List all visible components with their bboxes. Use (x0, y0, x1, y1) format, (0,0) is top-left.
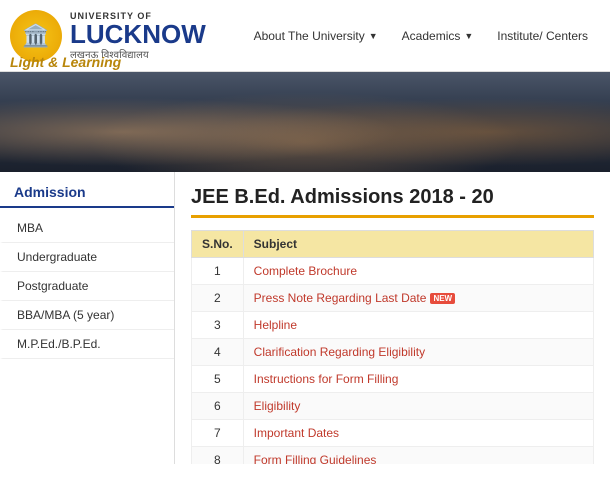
tagline: Light & Learning (10, 54, 121, 70)
page-title: JEE B.Ed. Admissions 2018 - 20 (191, 186, 594, 218)
table-row: 1 Complete Brochure (192, 258, 594, 285)
table-row: 5 Instructions for Form Filling (192, 366, 594, 393)
subject-link[interactable]: Important Dates (254, 426, 339, 440)
admissions-table: S.No. Subject 1Complete Brochure2Press N… (191, 230, 594, 464)
row-subject[interactable]: Complete Brochure (243, 258, 593, 285)
sidebar-item-bbamba[interactable]: BBA/MBA (5 year) (0, 301, 174, 330)
table-row: 2Press Note Regarding Last DateNEW (192, 285, 594, 312)
subject-link[interactable]: Form Filling Guidelines (254, 453, 377, 464)
row-sno: 7 (192, 420, 244, 447)
content-panel: JEE B.Ed. Admissions 2018 - 20 S.No. Sub… (175, 172, 610, 464)
row-sno: 8 (192, 447, 244, 465)
subject-link[interactable]: Eligibility (254, 399, 301, 413)
sidebar: Admission MBA Undergraduate Postgraduate… (0, 172, 175, 464)
row-subject[interactable]: Eligibility (243, 393, 593, 420)
university-name: LUCKNOW (70, 21, 206, 47)
subject-link[interactable]: Instructions for Form Filling (254, 372, 399, 386)
row-sno: 5 (192, 366, 244, 393)
row-sno: 3 (192, 312, 244, 339)
row-subject[interactable]: Instructions for Form Filling (243, 366, 593, 393)
row-subject[interactable]: Press Note Regarding Last DateNEW (243, 285, 593, 312)
subject-link[interactable]: Helpline (254, 318, 297, 332)
row-sno: 4 (192, 339, 244, 366)
hero-image (0, 72, 610, 172)
sidebar-item-mba[interactable]: MBA (0, 214, 174, 243)
row-sno: 2 (192, 285, 244, 312)
table-row: 8 Form Filling Guidelines (192, 447, 594, 465)
row-subject[interactable]: Important Dates (243, 420, 593, 447)
table-row: 3 Helpline (192, 312, 594, 339)
row-sno: 6 (192, 393, 244, 420)
table-row: 7 Important Dates (192, 420, 594, 447)
subject-link[interactable]: Complete Brochure (254, 264, 357, 278)
nav-institutes[interactable]: Institute/ Centers (485, 23, 600, 49)
subject-link[interactable]: Press Note Regarding Last Date (254, 291, 427, 305)
col-header-sno: S.No. (192, 231, 244, 258)
row-subject[interactable]: Clarification Regarding Eligibility (243, 339, 593, 366)
nav-about[interactable]: About The University ▼ (242, 23, 390, 49)
sidebar-item-postgraduate[interactable]: Postgraduate (0, 272, 174, 301)
table-row: 6 Eligibility (192, 393, 594, 420)
sidebar-item-undergraduate[interactable]: Undergraduate (0, 243, 174, 272)
chevron-down-icon: ▼ (369, 31, 378, 41)
row-subject[interactable]: Helpline (243, 312, 593, 339)
nav-academics[interactable]: Academics ▼ (390, 23, 486, 49)
new-badge: NEW (430, 293, 455, 304)
col-header-subject: Subject (243, 231, 593, 258)
subject-link[interactable]: Clarification Regarding Eligibility (254, 345, 425, 359)
row-subject[interactable]: Form Filling Guidelines (243, 447, 593, 465)
table-row: 4 Clarification Regarding Eligibility (192, 339, 594, 366)
chevron-down-icon: ▼ (464, 31, 473, 41)
sidebar-title: Admission (0, 184, 174, 208)
row-sno: 1 (192, 258, 244, 285)
sidebar-item-mped[interactable]: M.P.Ed./B.P.Ed. (0, 330, 174, 359)
